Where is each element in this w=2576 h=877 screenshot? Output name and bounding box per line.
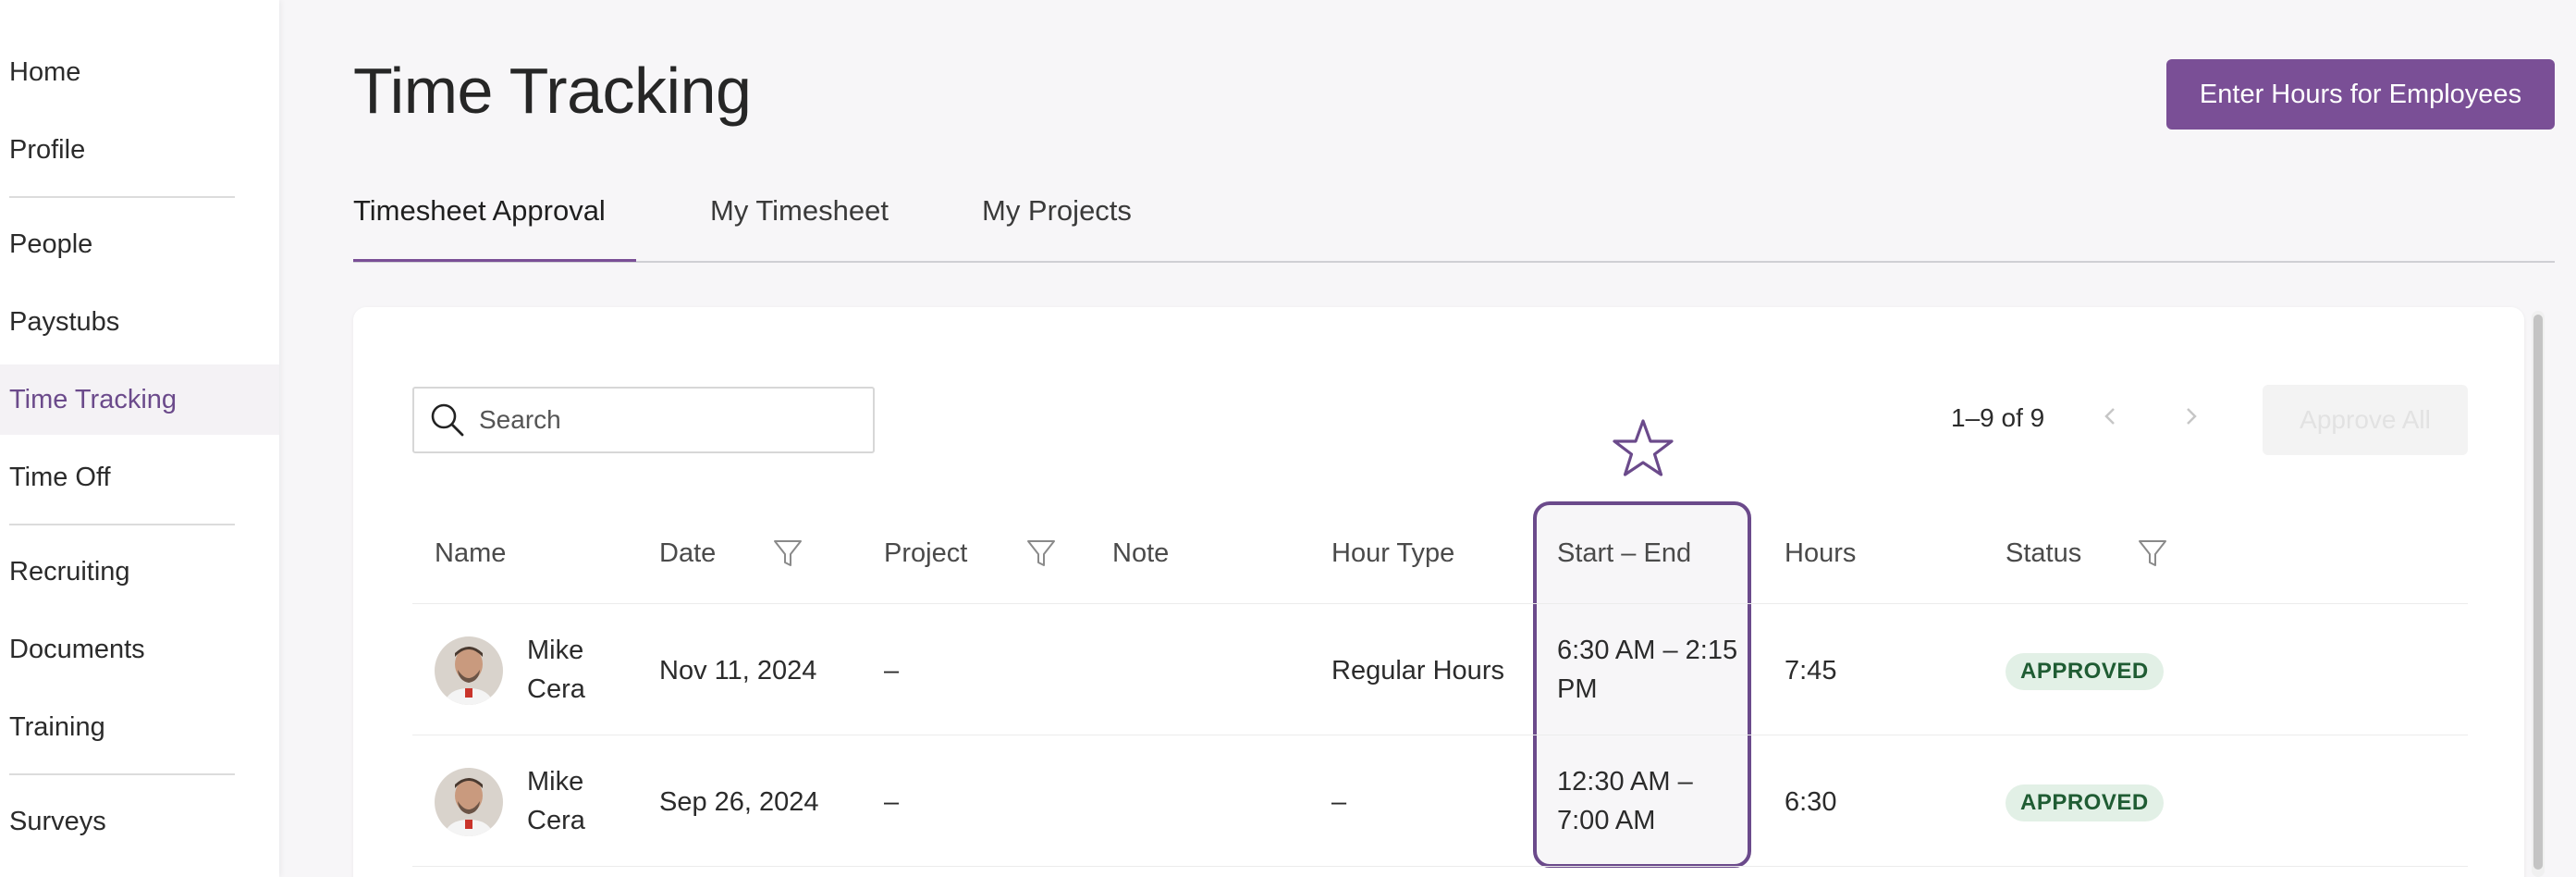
sidebar-item-documents[interactable]: Documents bbox=[0, 614, 279, 685]
scrollbar-thumb[interactable] bbox=[2533, 315, 2543, 870]
entry-hour-type: Regular Hours bbox=[1331, 656, 1504, 686]
avatar bbox=[435, 768, 503, 836]
tab-bar: Timesheet Approval My Timesheet My Proje… bbox=[353, 181, 2555, 263]
page-title: Time Tracking bbox=[353, 55, 752, 127]
filter-icon[interactable] bbox=[1024, 537, 1058, 570]
sidebar-item-label: People bbox=[9, 229, 93, 259]
column-header-project[interactable]: Project bbox=[884, 538, 967, 569]
sidebar-item-paystubs[interactable]: Paystubs bbox=[0, 287, 279, 357]
column-header-note[interactable]: Note bbox=[1112, 538, 1169, 569]
pagination-range: 1–9 of 9 bbox=[1951, 403, 2045, 432]
sidebar: Home Profile People Paystubs Time Tracki… bbox=[0, 0, 279, 877]
sidebar-item-home[interactable]: Home bbox=[0, 37, 279, 107]
tab-timesheet-approval[interactable]: Timesheet Approval bbox=[353, 194, 606, 228]
sidebar-item-label: Time Tracking bbox=[9, 384, 178, 414]
star-icon[interactable] bbox=[1611, 416, 1675, 481]
sidebar-item-label: Recruiting bbox=[9, 556, 130, 587]
sidebar-item-label: Profile bbox=[9, 134, 86, 165]
sidebar-item-recruiting[interactable]: Recruiting bbox=[0, 537, 279, 607]
employee-first-name: Mike bbox=[527, 767, 584, 797]
entry-start-end-line2: 7:00 AM bbox=[1557, 806, 1656, 835]
sidebar-item-label: Training bbox=[9, 711, 105, 742]
sidebar-item-label: Documents bbox=[9, 634, 145, 664]
column-header-hour-type[interactable]: Hour Type bbox=[1331, 538, 1454, 569]
status-badge: APPROVED bbox=[2006, 784, 2164, 821]
sidebar-item-label: Paystubs bbox=[9, 306, 120, 337]
entry-date: Nov 11, 2024 bbox=[659, 656, 817, 686]
approve-all-button[interactable]: Approve All bbox=[2263, 385, 2468, 455]
entry-hours: 6:30 bbox=[1785, 787, 1837, 817]
employee-first-name: Mike bbox=[527, 636, 584, 665]
filter-icon[interactable] bbox=[2136, 537, 2169, 570]
row-divider bbox=[412, 603, 2468, 604]
entry-start-end-line2: PM bbox=[1557, 674, 1598, 704]
search-icon bbox=[431, 403, 464, 437]
entry-start-end-line1: 12:30 AM – bbox=[1557, 767, 1693, 797]
tab-my-timesheet[interactable]: My Timesheet bbox=[710, 194, 889, 228]
sidebar-divider bbox=[9, 524, 235, 525]
column-header-hours[interactable]: Hours bbox=[1785, 538, 1856, 569]
avatar bbox=[435, 636, 503, 705]
timesheet-card: 1–9 of 9 Approve All Name Date Project N… bbox=[353, 307, 2524, 877]
column-header-name[interactable]: Name bbox=[435, 538, 506, 569]
entry-start-end-line1: 6:30 AM – 2:15 bbox=[1557, 636, 1738, 665]
search-box[interactable] bbox=[412, 387, 875, 453]
entry-project: – bbox=[884, 787, 900, 817]
employee-last-name: Cera bbox=[527, 806, 585, 835]
sidebar-divider bbox=[9, 196, 235, 198]
sidebar-item-label: Surveys bbox=[9, 806, 106, 836]
column-header-status[interactable]: Status bbox=[2006, 538, 2081, 569]
entry-hours: 7:45 bbox=[1785, 656, 1837, 686]
chevron-right-icon bbox=[2187, 408, 2197, 425]
column-header-start-end[interactable]: Start – End bbox=[1557, 538, 1691, 569]
entry-project: – bbox=[884, 656, 900, 686]
scrollbar[interactable] bbox=[2532, 311, 2545, 877]
sidebar-item-profile[interactable]: Profile bbox=[0, 115, 279, 185]
person-photo bbox=[435, 768, 503, 836]
enter-hours-button[interactable]: Enter Hours for Employees bbox=[2166, 59, 2555, 130]
sidebar-item-label: Home bbox=[9, 56, 81, 87]
sidebar-item-people[interactable]: People bbox=[0, 209, 279, 279]
filter-icon[interactable] bbox=[771, 537, 804, 570]
person-photo bbox=[435, 636, 503, 705]
entry-hour-type: – bbox=[1331, 787, 1347, 817]
chevron-left-icon bbox=[2104, 408, 2115, 425]
entry-date: Sep 26, 2024 bbox=[659, 787, 819, 817]
sidebar-item-training[interactable]: Training bbox=[0, 692, 279, 762]
row-divider bbox=[412, 866, 2468, 867]
sidebar-item-time-tracking[interactable]: Time Tracking bbox=[0, 364, 279, 435]
next-page-button[interactable] bbox=[2173, 398, 2210, 435]
active-tab-indicator bbox=[353, 259, 636, 262]
sidebar-divider bbox=[9, 773, 235, 775]
sidebar-item-time-off[interactable]: Time Off bbox=[0, 442, 279, 513]
search-input[interactable] bbox=[479, 405, 849, 435]
employee-last-name: Cera bbox=[527, 674, 585, 704]
status-badge: APPROVED bbox=[2006, 653, 2164, 690]
column-header-date[interactable]: Date bbox=[659, 538, 716, 569]
sidebar-item-surveys[interactable]: Surveys bbox=[0, 786, 279, 857]
tab-my-projects[interactable]: My Projects bbox=[982, 194, 1132, 228]
sidebar-item-label: Time Off bbox=[9, 462, 111, 492]
prev-page-button[interactable] bbox=[2091, 398, 2128, 435]
